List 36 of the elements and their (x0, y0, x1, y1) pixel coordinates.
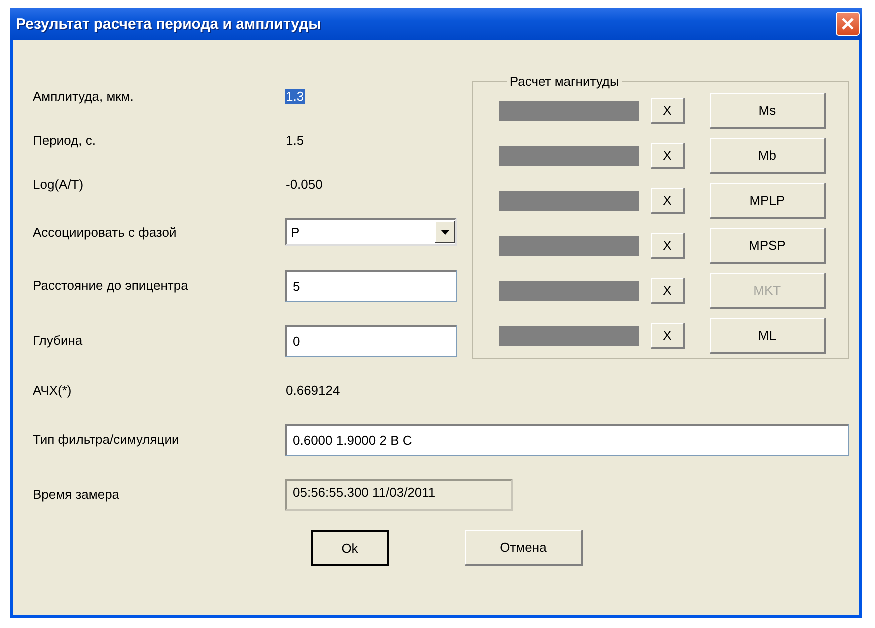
field-label: Амплитуда, мкм. (33, 88, 135, 104)
clear-button[interactable]: X (650, 188, 685, 214)
field-label: Время замера (33, 487, 121, 502)
field-value: 0.669124 (285, 382, 342, 398)
cancel-button[interactable]: Отмена (465, 530, 583, 566)
field-value: 1.3 (285, 88, 306, 104)
magnitude-button[interactable]: MPSP (710, 228, 826, 264)
field-label: Глубина (33, 333, 84, 348)
field-label: Ассоциировать с фазой (33, 224, 178, 240)
magnitude-button[interactable]: Ms (710, 93, 826, 129)
field-value: -0.050 (285, 176, 324, 192)
caret-icon (440, 230, 450, 234)
magnitude-button[interactable]: MPLP (710, 183, 826, 219)
ok-button[interactable]: Ok (311, 530, 389, 566)
clear-button[interactable]: X (650, 233, 685, 259)
readonly-field: 05:56:55.300 11/03/2011 (285, 478, 513, 510)
magnitude-button[interactable]: ML (710, 318, 826, 354)
close-button[interactable] (836, 12, 860, 36)
input-field[interactable]: 0 (285, 324, 457, 356)
field-label: АЧХ(*) (33, 382, 73, 398)
field-label: Расстояние до эпицентра (33, 278, 190, 293)
clear-button[interactable]: X (650, 143, 685, 169)
field-label: Период, с. (33, 132, 97, 148)
window-title: Результат расчета периода и амплитуды (16, 16, 322, 32)
input-field[interactable]: 5 (285, 270, 457, 302)
phase-dropdown[interactable]: P (285, 218, 457, 246)
field-label: Тип фильтра/симуляции (33, 432, 180, 447)
clear-button[interactable]: X (650, 323, 685, 349)
clear-button[interactable]: X (650, 98, 685, 124)
magnitude-button[interactable]: Mb (710, 138, 826, 174)
close-icon (842, 18, 854, 30)
dropdown-button[interactable] (435, 221, 455, 243)
group-title: Расчет магнитуды (508, 74, 620, 89)
field-label: Log(A/T) (33, 176, 85, 192)
field-value: 1.5 (285, 132, 306, 148)
input-field[interactable]: 0.6000 1.9000 2 B C (285, 424, 849, 456)
